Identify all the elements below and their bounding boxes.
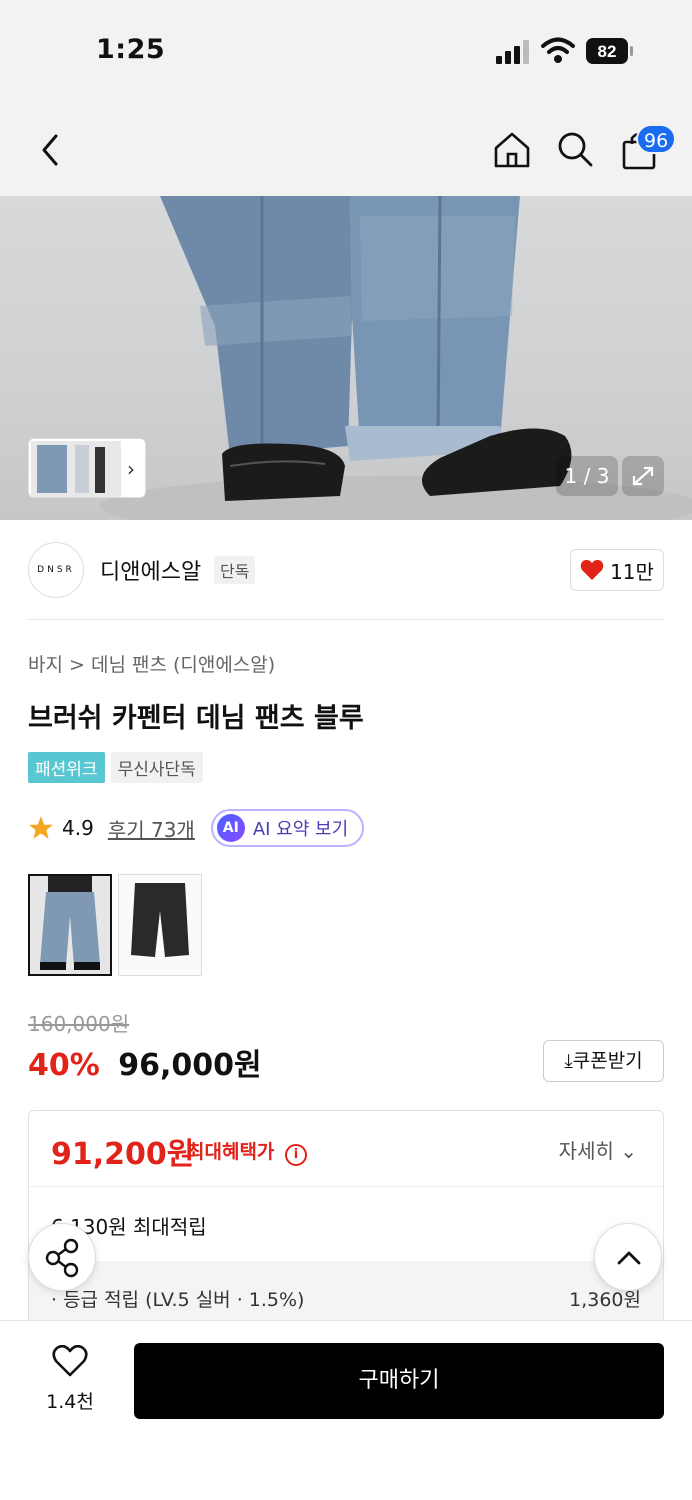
rating-row: 4.9 후기 73개 AI AI 요약 보기	[28, 808, 365, 848]
status-time: 1:25	[96, 34, 166, 65]
benefit-header[interactable]: 91,200원 최대혜택가 i 자세히 ⌄	[29, 1111, 663, 1187]
blue-jeans-thumbnail	[30, 876, 110, 974]
sale-price: 96,000원	[118, 1048, 262, 1083]
chevron-down-icon: ⌄	[620, 1139, 637, 1163]
bottom-action-bar: 1.4천 구매하기	[0, 1320, 692, 1500]
chevron-right-icon: ›	[127, 457, 135, 481]
reviews-link[interactable]: 후기 73개	[108, 814, 195, 843]
brand-logo[interactable]: DNSR	[28, 542, 84, 598]
max-benefit-label: 최대혜택가 i	[187, 1137, 308, 1166]
color-option-blue[interactable]	[28, 874, 112, 976]
product-tags: 패션위크 무신사단독	[28, 752, 203, 783]
image-counter: 1 / 3	[556, 456, 618, 496]
detail-toggle[interactable]: 자세히 ⌄	[559, 1135, 637, 1164]
coupon-label: 쿠폰받기	[572, 1050, 643, 1072]
search-icon[interactable]	[556, 130, 594, 168]
share-icon	[45, 1238, 79, 1278]
cart-count-badge: 96	[636, 124, 677, 154]
detail-label: 자세히	[558, 1139, 614, 1163]
brand-like-count: 11만	[610, 559, 654, 584]
rating-value: 4.9	[62, 816, 94, 840]
wishlist-button[interactable]: 1.4천	[36, 1344, 104, 1414]
brand-row[interactable]: DNSR 디앤에스알 단독 11만	[28, 540, 664, 600]
buy-button[interactable]: 구매하기	[134, 1343, 664, 1419]
ai-summary-label: AI 요약 보기	[252, 819, 349, 840]
top-nav-bar	[0, 100, 692, 196]
coupon-button[interactable]: ⤓쿠폰받기	[543, 1040, 664, 1082]
discount-rate: 40%	[28, 1048, 100, 1083]
wifi-icon	[541, 37, 575, 63]
ai-summary-button[interactable]: AI AI 요약 보기	[210, 809, 365, 847]
divider	[28, 619, 664, 620]
heart-outline-icon	[52, 1344, 88, 1377]
expand-icon[interactable]	[622, 456, 664, 496]
battery-icon: 82	[586, 38, 633, 64]
price-row: 40% 96,000원	[28, 1040, 262, 1084]
scroll-top-button[interactable]	[594, 1223, 662, 1291]
wishlist-count: 1.4천	[46, 1391, 94, 1413]
star-icon	[29, 816, 53, 839]
product-title: 브러쉬 카펜터 데님 팬츠 블루	[28, 703, 364, 734]
color-option-black[interactable]	[118, 874, 202, 976]
max-benefit-price: 91,200원	[51, 1137, 195, 1172]
home-icon[interactable]	[492, 130, 532, 170]
exclusive-tag: 단독	[214, 556, 256, 584]
black-jeans-thumbnail	[119, 875, 201, 975]
brand-like-button[interactable]: 11만	[570, 549, 664, 591]
brand-name[interactable]: 디앤에스알	[100, 554, 201, 586]
color-options	[28, 874, 202, 976]
fashion-week-tag: 패션위크	[28, 752, 105, 783]
share-button[interactable]	[28, 1223, 96, 1291]
original-price: 160,000원	[28, 1012, 130, 1036]
gallery-thumbnail-strip[interactable]: ›	[28, 438, 146, 498]
gallery-thumbnail-image	[31, 441, 121, 497]
download-icon: ⤓	[564, 1050, 573, 1072]
battery-level: 82	[598, 42, 617, 61]
chevron-up-icon	[617, 1251, 641, 1265]
info-icon[interactable]: i	[285, 1144, 308, 1166]
breadcrumb[interactable]: 바지 > 데님 팬츠 (디앤에스알)	[28, 650, 275, 677]
back-arrow-icon[interactable]	[36, 132, 64, 168]
cellular-signal-icon	[496, 40, 529, 64]
musinsa-exclusive-tag: 무신사단독	[110, 752, 203, 783]
ai-icon: AI	[216, 814, 245, 842]
status-bar: 1:25 82	[0, 0, 692, 100]
heart-filled-icon	[580, 559, 604, 580]
max-benefit-text: 최대혜택가	[187, 1141, 275, 1163]
